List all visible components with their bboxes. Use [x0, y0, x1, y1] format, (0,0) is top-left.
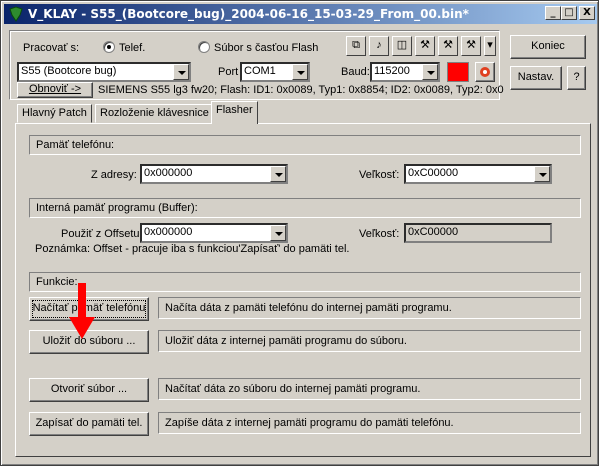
zapisat-desc: Zapíše dáta z internej pamäti programu d…: [158, 412, 581, 434]
baud-select[interactable]: 115200: [370, 62, 440, 82]
red-arrow-icon: [69, 283, 95, 339]
gear-icon: [480, 67, 490, 77]
maximize-button[interactable]: □: [561, 6, 577, 20]
settings-gear-button[interactable]: [475, 62, 495, 82]
port-select[interactable]: COM1: [240, 62, 310, 82]
chevron-down-icon[interactable]: [422, 64, 438, 80]
otvorit-desc-text: Načítať dáta zo súboru do internej pamät…: [165, 383, 421, 395]
tab-hlavny-patch[interactable]: Hlavný Patch: [17, 104, 92, 123]
poznamka-text: Poznámka: Offset - pracuje iba s funkcio…: [35, 243, 350, 255]
velkost2-value: 0xC00000: [408, 226, 459, 238]
ulozit-desc: Uložiť dáta z internej pamäti programu d…: [158, 330, 581, 352]
pamat-telefonu-title: Pamäť telefónu:: [36, 139, 115, 151]
z-adresy-value: 0x000000: [144, 167, 193, 179]
ce-icon[interactable]: ◫: [392, 36, 412, 56]
nacitat-desc-text: Načíta dáta z pamäti telefónu do interne…: [165, 302, 452, 314]
nacitat-desc: Načíta dáta z pamäti telefónu do interne…: [158, 297, 581, 319]
zapisat-desc-text: Zapíše dáta z internej pamäti programu d…: [165, 417, 454, 429]
otvorit-subor-button[interactable]: Otvoriť súbor ...: [29, 378, 149, 402]
pamat-telefonu-header: Pamäť telefónu:: [29, 135, 581, 155]
radio-telef[interactable]: [103, 41, 115, 53]
tools3-icon[interactable]: ⚒: [461, 36, 481, 56]
chevron-down-icon[interactable]: [534, 166, 550, 182]
offset-input[interactable]: 0x000000: [140, 223, 288, 243]
port-value: COM1: [244, 65, 276, 77]
offset-value: 0x000000: [144, 226, 193, 238]
interna-pamat-title: Interná pamäť programu (Buffer):: [36, 202, 198, 214]
tools1-icon[interactable]: ⚒: [415, 36, 435, 56]
copy-icon[interactable]: ⧉: [346, 36, 366, 56]
radio-subor[interactable]: [198, 41, 210, 53]
offset-label: Použiť z Offsetu:: [61, 228, 143, 240]
chevron-down-icon[interactable]: [292, 64, 308, 80]
koniec-button[interactable]: Koniec: [510, 35, 586, 59]
zapisat-button[interactable]: Zapísať do pamäti tel.: [29, 412, 149, 436]
main-window: V_KLAY - S55_(Bootcore_bug)_2004-06-16_1…: [0, 0, 599, 466]
tools2-icon[interactable]: ⚒: [438, 36, 458, 56]
help-button[interactable]: ?: [567, 66, 586, 90]
phone-model-value: S55 (Bootcore bug): [21, 65, 117, 77]
velkost-input[interactable]: 0xC00000: [404, 164, 552, 184]
title-bar[interactable]: V_KLAY - S55_(Bootcore_bug)_2004-06-16_1…: [4, 4, 597, 24]
status-indicator: [447, 62, 469, 82]
minimize-button[interactable]: _: [545, 6, 561, 20]
velkost-value: 0xC00000: [408, 167, 459, 179]
otvorit-desc: Načítať dáta zo súboru do internej pamät…: [158, 378, 581, 400]
baud-label: Baud:: [341, 66, 370, 78]
ulozit-desc-text: Uložiť dáta z internej pamäti programu d…: [165, 335, 407, 347]
radio-subor-label[interactable]: Súbor s časťou Flash: [214, 42, 318, 54]
z-adresy-input[interactable]: 0x000000: [140, 164, 288, 184]
obnovit-button[interactable]: Obnoviť ->: [17, 82, 93, 98]
pracovat-label: Pracovať s:: [23, 42, 80, 54]
tab-flasher[interactable]: Flasher: [211, 101, 258, 124]
tools-dropdown-icon[interactable]: ▾: [484, 36, 496, 56]
phone-model-select[interactable]: S55 (Bootcore bug): [17, 62, 191, 82]
chevron-down-icon[interactable]: [270, 225, 286, 241]
chevron-down-icon[interactable]: [173, 64, 189, 80]
bell-icon[interactable]: ♪: [369, 36, 389, 56]
tab-rozlozenie[interactable]: Rozloženie klávesnice: [95, 104, 214, 123]
velkost2-field: 0xC00000: [404, 223, 552, 243]
funkcie-header: Funkcie:: [29, 272, 581, 292]
device-info-text: SIEMENS S55 lg3 fw20; Flash: ID1: 0x0089…: [98, 84, 504, 96]
close-button[interactable]: X: [579, 6, 595, 20]
interna-pamat-header: Interná pamäť programu (Buffer):: [29, 198, 581, 218]
z-adresy-label: Z adresy:: [91, 169, 137, 181]
chevron-down-icon[interactable]: [270, 166, 286, 182]
baud-value: 115200: [374, 65, 410, 77]
window-title: V_KLAY - S55_(Bootcore_bug)_2004-06-16_1…: [28, 7, 469, 21]
nastav-button[interactable]: Nastav.: [510, 66, 562, 90]
velkost-label: Veľkosť:: [359, 169, 400, 181]
velkost2-label: Veľkosť:: [359, 228, 400, 240]
radio-telef-label[interactable]: Telef.: [119, 42, 145, 54]
port-label: Port: [218, 66, 239, 78]
app-icon: [9, 6, 23, 22]
